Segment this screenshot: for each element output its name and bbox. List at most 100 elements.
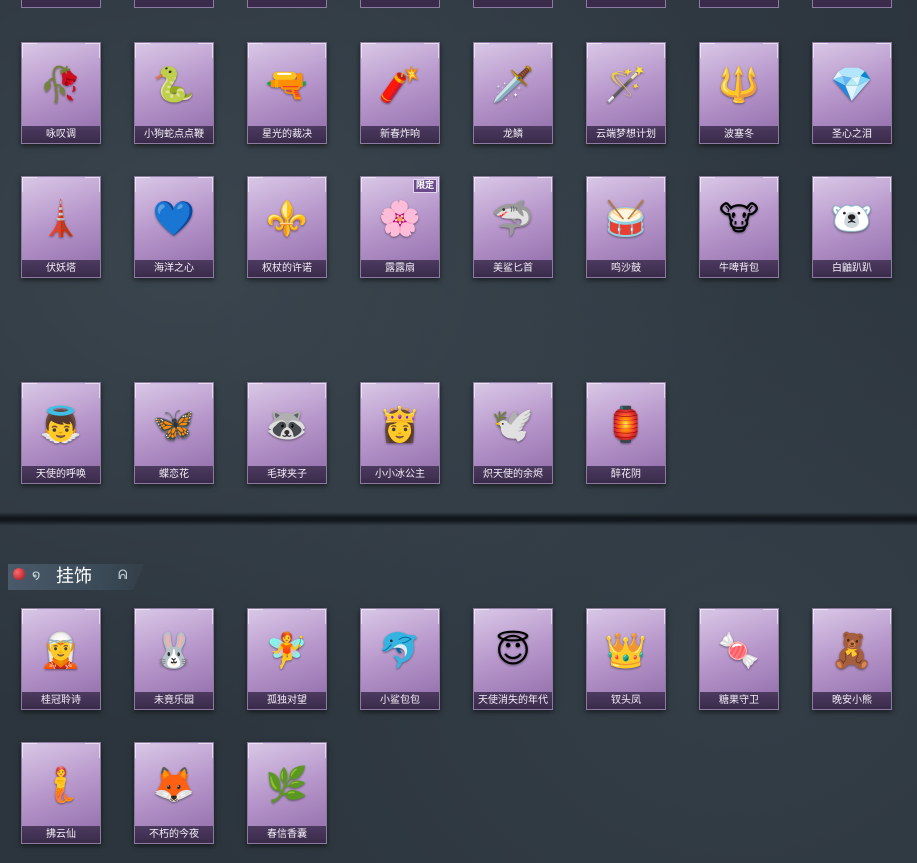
item-image: 🗼	[22, 177, 100, 261]
item-card[interactable]: 🦝 毛球夹子	[247, 382, 327, 484]
item-name: 天使的呼唤	[22, 466, 100, 483]
item-card[interactable]: 🪄 云端梦想计划	[586, 42, 666, 144]
item-name: 龙鳞	[474, 126, 552, 143]
cut-off-card[interactable]	[473, 0, 553, 8]
item-card[interactable]: 👑 钗头凤	[586, 608, 666, 710]
item-icon: 🐰	[152, 631, 196, 671]
item-card[interactable]: 🗼 伏妖塔	[21, 176, 101, 278]
item-image: 🌿	[248, 743, 326, 827]
cut-off-card[interactable]	[586, 0, 666, 8]
item-image: 👑	[587, 609, 665, 693]
item-card[interactable]: 🥀 咏叹调	[21, 42, 101, 144]
cut-off-card[interactable]	[247, 0, 327, 8]
cut-off-card[interactable]	[360, 0, 440, 8]
item-icon: 👼	[39, 405, 83, 445]
item-icon: 🥀	[39, 65, 83, 105]
item-image: 🧜	[22, 743, 100, 827]
item-card[interactable]: 😇 天使消失的年代	[473, 608, 553, 710]
item-icon: 🦈	[491, 199, 535, 239]
item-name: 星光的裁决	[248, 126, 326, 143]
item-icon: 👑	[604, 631, 648, 671]
item-icon: ⚜️	[265, 199, 309, 239]
cut-off-card[interactable]	[21, 0, 101, 8]
item-icon: 🧨	[378, 65, 422, 105]
item-name: 露露扇	[361, 260, 439, 277]
item-card[interactable]: 🦋 蝶恋花	[134, 382, 214, 484]
item-image: 🧚	[248, 609, 326, 693]
item-card[interactable]: 💎 圣心之泪	[812, 42, 892, 144]
item-card[interactable]: 🐮 牛啤背包	[699, 176, 779, 278]
item-card[interactable]: 🥁 鸣沙鼓	[586, 176, 666, 278]
item-image: 🐰	[135, 609, 213, 693]
item-card[interactable]: 🗡️ 龙鳞	[473, 42, 553, 144]
item-card[interactable]: 🌸 限定 露露扇	[360, 176, 440, 278]
item-icon: 🏮	[604, 405, 648, 445]
item-icon: 🥁	[604, 199, 648, 239]
item-name: 钗头凤	[587, 692, 665, 709]
item-card[interactable]: 🔫 星光的裁决	[247, 42, 327, 144]
item-icon: 🪄	[604, 65, 648, 105]
item-card[interactable]: 🔱 波塞冬	[699, 42, 779, 144]
item-card[interactable]: 🐰 未竟乐园	[134, 608, 214, 710]
item-card[interactable]: ⚜️ 权杖的许诺	[247, 176, 327, 278]
item-image: 🐍	[135, 43, 213, 127]
item-icon: 💙	[152, 199, 196, 239]
item-card[interactable]: 🐍 小狗蛇点点鞭	[134, 42, 214, 144]
item-card[interactable]: 🏮 醉花阴	[586, 382, 666, 484]
item-card[interactable]: 🧝 桂冠聆诗	[21, 608, 101, 710]
item-name: 权杖的许诺	[248, 260, 326, 277]
item-name: 蝶恋花	[135, 466, 213, 483]
section-header: ໑ 挂饰 ᕱ	[8, 564, 144, 590]
item-image: 🦝	[248, 383, 326, 467]
item-image: 🦊	[135, 743, 213, 827]
item-icon: 🐬	[378, 631, 422, 671]
item-card[interactable]: 💙 海洋之心	[134, 176, 214, 278]
item-name: 白鼬趴趴	[813, 260, 891, 277]
item-icon: 🧚	[265, 631, 309, 671]
item-image: 🔱	[700, 43, 778, 127]
item-card[interactable]: 🌿 春信香囊	[247, 742, 327, 844]
item-card[interactable]: 🕊️ 炽天使的余烬	[473, 382, 553, 484]
item-card[interactable]: 👼 天使的呼唤	[21, 382, 101, 484]
item-image: 🏮	[587, 383, 665, 467]
item-image: 🧨	[361, 43, 439, 127]
item-card[interactable]: 🦈 美鲨匕首	[473, 176, 553, 278]
item-icon: 😇	[495, 631, 531, 671]
item-card[interactable]: 🧸 晚安小熊	[812, 608, 892, 710]
item-icon: 🧝	[39, 631, 83, 671]
item-name: 云端梦想计划	[587, 126, 665, 143]
item-name: 圣心之泪	[813, 126, 891, 143]
item-image: 🌸	[361, 177, 439, 261]
cut-off-card[interactable]	[134, 0, 214, 8]
item-card[interactable]: 🐻‍❄️ 白鼬趴趴	[812, 176, 892, 278]
item-name: 拂云仙	[22, 826, 100, 843]
item-name: 伏妖塔	[22, 260, 100, 277]
item-grid: 🥀 咏叹调 🐍 小狗蛇点点鞭 🔫 星光的裁决 🧨 新春炸响 🗡️ 龙鳞 🪄 云端…	[0, 0, 917, 863]
item-image: 👸	[361, 383, 439, 467]
item-image: 🐬	[361, 609, 439, 693]
cut-off-card[interactable]	[812, 0, 892, 8]
item-card[interactable]: 👸 小小冰公主	[360, 382, 440, 484]
item-icon: 🔫	[265, 65, 309, 105]
item-name: 牛啤背包	[700, 260, 778, 277]
item-icon: 🌸	[378, 199, 422, 239]
item-image: 🕊️	[474, 383, 552, 467]
item-card[interactable]: 🧜 拂云仙	[21, 742, 101, 844]
item-card[interactable]: 🍬 糖果守卫	[699, 608, 779, 710]
item-icon: 🐻‍❄️	[830, 199, 874, 239]
item-card[interactable]: 🧚 孤独对望	[247, 608, 327, 710]
item-card[interactable]: 🧨 新春炸响	[360, 42, 440, 144]
item-card[interactable]: 🐬 小鲨包包	[360, 608, 440, 710]
item-image: 🐻‍❄️	[813, 177, 891, 261]
item-name: 春信香囊	[248, 826, 326, 843]
item-name: 炽天使的余烬	[474, 466, 552, 483]
item-name: 孤独对望	[248, 692, 326, 709]
item-image: 🧸	[813, 609, 891, 693]
item-card[interactable]: 🦊 不朽的今夜	[134, 742, 214, 844]
cut-off-card[interactable]	[699, 0, 779, 8]
item-icon: 🧜	[39, 765, 83, 805]
item-image: 🪄	[587, 43, 665, 127]
item-image: 🍬	[700, 609, 778, 693]
item-icon: 🗡️	[491, 65, 535, 105]
item-name: 新春炸响	[361, 126, 439, 143]
